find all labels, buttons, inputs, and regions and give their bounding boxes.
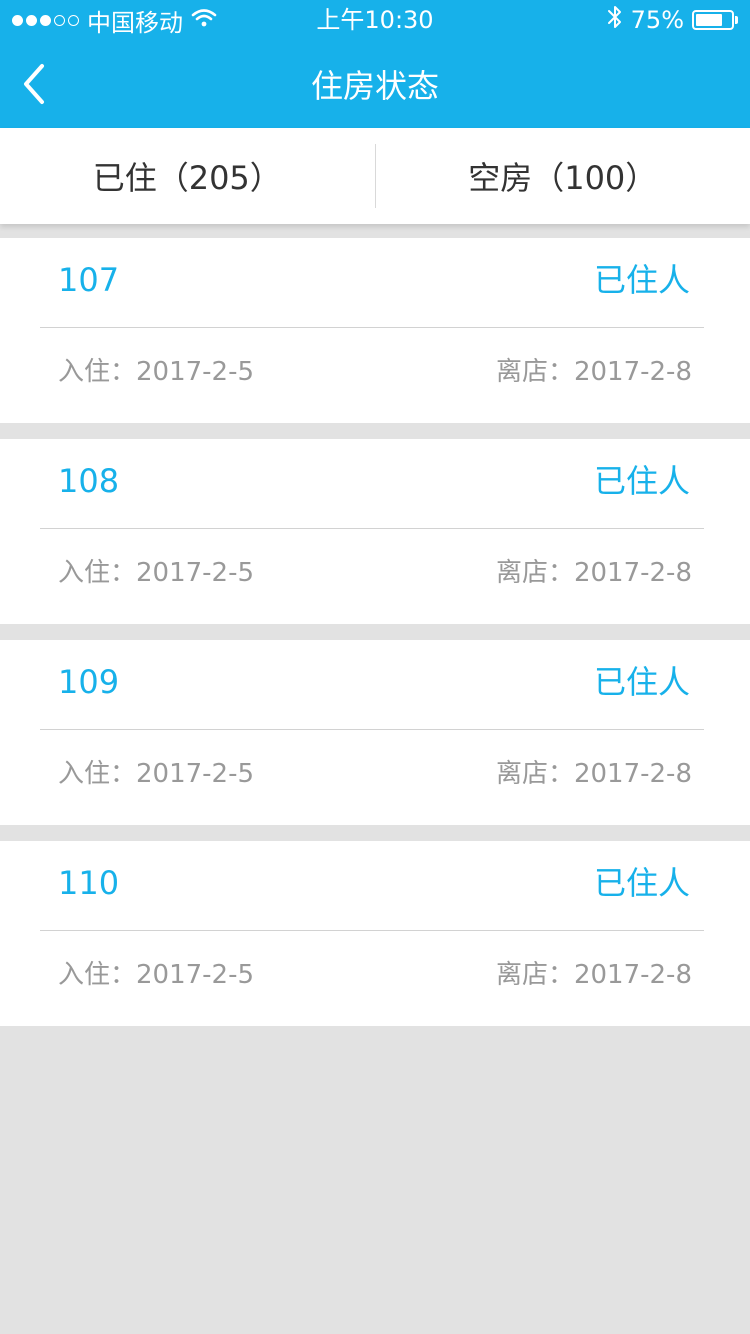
room-number: 108 — [58, 462, 120, 500]
room-status: 已住人 — [593, 864, 690, 902]
battery-percent: 75% — [630, 6, 684, 34]
bluetooth-icon — [607, 4, 623, 36]
tab-vacant[interactable]: 空房（100） — [376, 128, 750, 224]
room-list: 107 已住人 入住：2017-2-5 离店：2017-2-8 108 已住人 … — [0, 238, 750, 1042]
status-bar: 中国移动 上午10:30 75% — [0, 0, 750, 40]
wifi-icon — [191, 6, 217, 34]
room-card[interactable]: 110 已住人 入住：2017-2-5 离店：2017-2-8 — [0, 841, 750, 1026]
checkin-date: 入住：2017-2-5 — [58, 357, 255, 387]
signal-strength-icon — [12, 14, 79, 26]
status-left: 中国移动 — [12, 4, 217, 37]
room-status: 已住人 — [593, 261, 690, 299]
room-card[interactable]: 108 已住人 入住：2017-2-5 离店：2017-2-8 — [0, 439, 750, 624]
room-status: 已住人 — [593, 663, 690, 701]
status-tabs: 已住（205） 空房（100） — [0, 128, 750, 224]
room-number: 110 — [58, 864, 120, 902]
checkin-date: 入住：2017-2-5 — [58, 759, 255, 789]
status-right: 75% — [607, 4, 738, 36]
tab-occupied[interactable]: 已住（205） — [0, 128, 375, 224]
room-card[interactable]: 107 已住人 入住：2017-2-5 离店：2017-2-8 — [0, 238, 750, 423]
battery-icon — [692, 10, 738, 30]
battery-fill — [696, 14, 722, 26]
room-status: 已住人 — [593, 462, 690, 500]
checkout-date: 离店：2017-2-8 — [495, 357, 692, 387]
checkout-date: 离店：2017-2-8 — [495, 759, 692, 789]
room-card[interactable]: 109 已住人 入住：2017-2-5 离店：2017-2-8 — [0, 640, 750, 825]
checkin-date: 入住：2017-2-5 — [58, 558, 255, 588]
checkout-date: 离店：2017-2-8 — [495, 558, 692, 588]
room-card-header: 107 已住人 — [40, 238, 704, 328]
room-number: 109 — [58, 663, 120, 701]
room-card-header: 108 已住人 — [40, 439, 704, 529]
checkin-date: 入住：2017-2-5 — [58, 960, 255, 990]
room-card-header: 109 已住人 — [40, 640, 704, 730]
carrier-name: 中国移动 — [87, 8, 183, 37]
app-header: 中国移动 上午10:30 75% 住房状态 — [0, 0, 750, 128]
room-number: 107 — [58, 261, 120, 299]
checkout-date: 离店：2017-2-8 — [495, 960, 692, 990]
page-title: 住房状态 — [310, 67, 439, 105]
room-card-header: 110 已住人 — [40, 841, 704, 931]
